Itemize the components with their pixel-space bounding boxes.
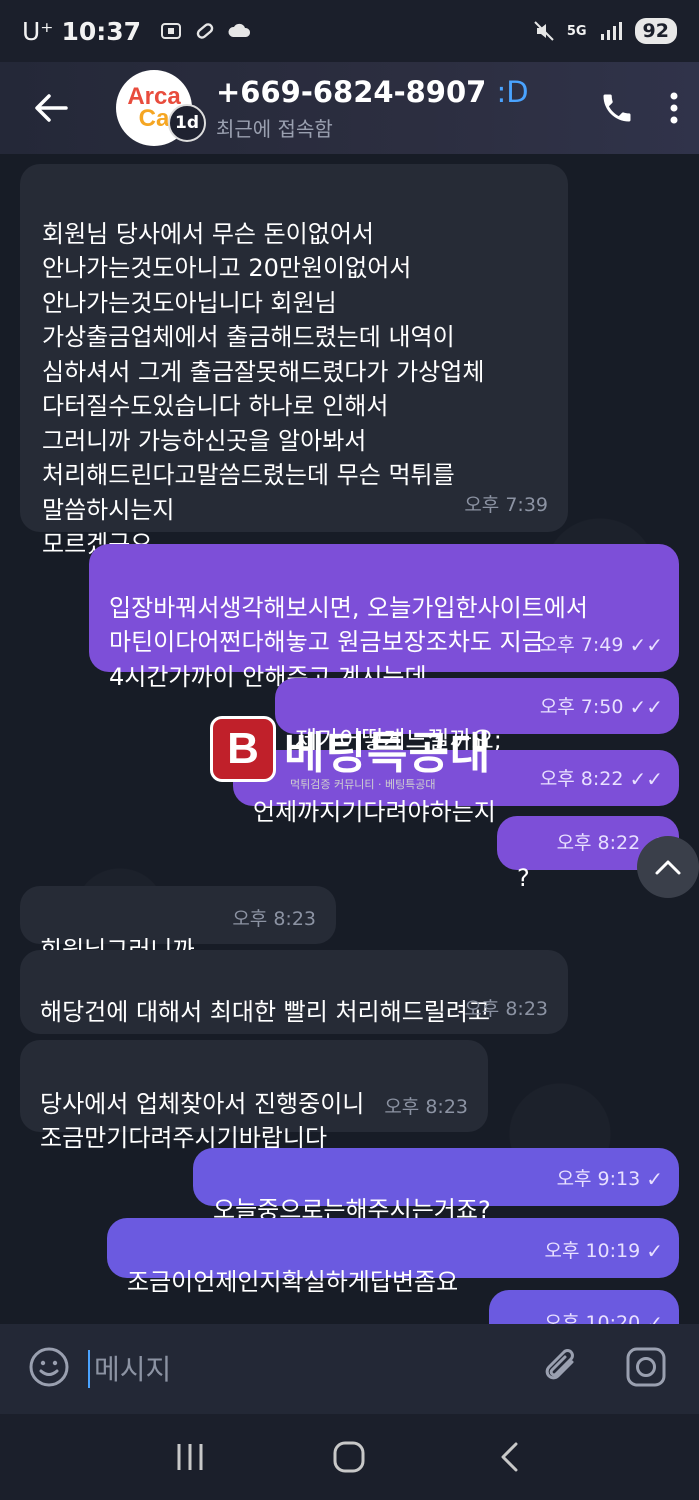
attach-button[interactable] (542, 1346, 582, 1392)
camera-button[interactable] (624, 1345, 668, 1393)
message-timestamp: 오후 8:23 (232, 907, 316, 930)
outgoing-message[interactable]: 조금이언제인지확실하게답변좀요 오후 10:19 ✓ (107, 1218, 679, 1296)
message-text: 입장바꿔서생각해보시면, 오늘가입한사이트에서 마틴이다어쩐다해놓고 원금보장조… (109, 593, 588, 691)
message-timestamp: 오후 7:50 (539, 695, 624, 718)
message-time: 오후 8:23 (384, 1090, 468, 1125)
watermark: B 베팅특공대 먹튀검증 커뮤니티 · 베팅특공대 (210, 716, 492, 791)
message-timestamp: 오후 10:20 (544, 1312, 641, 1324)
check-icon: ✓ (646, 1166, 663, 1191)
more-vertical-icon (670, 92, 678, 124)
title-emoticon: :D (496, 74, 529, 109)
message-text: 당사에서 업체찾아서 진행중이니 조금만기다려주시기바랍니다 (40, 1089, 365, 1153)
message-timestamp: 오후 8:22 (556, 831, 641, 854)
recent-apps-button[interactable] (160, 1427, 220, 1487)
message-input[interactable] (88, 1350, 508, 1388)
message-time: 오후 8:22 ✓✓ (540, 762, 663, 797)
phone-icon (603, 94, 631, 122)
arrow-left-icon (35, 94, 68, 122)
message-text: ? (517, 863, 530, 892)
clock: 10:37 (61, 16, 142, 46)
message-text: 언제까지기다려야하는지 (253, 797, 496, 826)
message-timestamp: 오후 8:23 (384, 1095, 468, 1118)
signal-icon (600, 22, 622, 40)
message-time: 오후 7:39 (464, 488, 548, 523)
message-time: 오후 10:19 ✓ (544, 1234, 663, 1269)
message-text: 회원님 당사에서 무슨 돈이없어서 안나가는것도아니고 20만원이없어서 안나가… (42, 219, 485, 559)
watermark-text: 베팅특공대 (284, 728, 492, 779)
carrier-label: U⁺ (22, 16, 54, 46)
contact-phone-number: +669-6824-8907 (216, 74, 487, 109)
camera-icon (626, 1347, 666, 1387)
mute-icon (534, 21, 554, 41)
message-time: 오후 8:23 (232, 902, 316, 937)
check-icon: ✓ (646, 1311, 663, 1324)
call-button[interactable] (599, 90, 635, 126)
incoming-message[interactable]: 회원님 당사에서 무슨 돈이없어서 안나가는것도아니고 20만원이없어서 안나가… (20, 164, 568, 558)
paperclip-icon (545, 1349, 574, 1380)
network-type: 5G (566, 23, 587, 39)
message-list[interactable]: 회원님 당사에서 무슨 돈이없어서 안나가는것도아니고 20만원이없어서 안나가… (0, 154, 699, 1324)
chevron-up-icon (655, 860, 681, 875)
message-timestamp: 오후 9:13 (556, 1167, 641, 1190)
outgoing-message[interactable]: 입장바꿔서생각해보시면, 오늘가입한사이트에서 마틴이다어쩐다해놓고 원금보장조… (89, 544, 679, 691)
message-time: 오후 10:20 ✓ (544, 1306, 663, 1324)
system-navigation-bar (0, 1414, 699, 1500)
message-timestamp: 오후 7:39 (464, 493, 548, 516)
chat-header: Arca Ca 1d +669-6824-8907 :D 최근에 접속함 (0, 62, 699, 154)
screenshot-icon (161, 23, 182, 39)
last-seen-status: 최근에 접속함 (216, 116, 333, 141)
watermark-logo: B (210, 716, 276, 782)
message-time: 오후 9:13 ✓ (557, 1162, 663, 1197)
emoji-button[interactable] (28, 1346, 70, 1392)
link-icon (196, 23, 214, 39)
incoming-message[interactable]: 당사에서 업체찾아서 진행중이니 조금만기다려주시기바랍니다 오후 8:23 (20, 1040, 488, 1152)
check-icon: ✓ (646, 1238, 663, 1263)
avatar-timer-badge: 1d (168, 104, 206, 142)
message-timestamp: 오후 8:23 (464, 997, 548, 1020)
message-timestamp: 오후 8:22 (539, 767, 624, 790)
incoming-message[interactable]: 해당건에 대해서 최대한 빨리 처리해드릴려고 오후 8:23 (20, 950, 568, 1034)
message-time: 오후 7:49 ✓✓ (540, 628, 663, 663)
battery-level: 92 (634, 18, 677, 44)
scroll-button[interactable] (637, 836, 699, 898)
cloud-icon (228, 23, 251, 37)
double-check-icon: ✓✓ (629, 766, 663, 791)
system-indicators: 5G 92 (533, 18, 677, 44)
outgoing-message[interactable]: 오후 10:20 ✓ (489, 1290, 679, 1324)
back-button[interactable] (16, 73, 86, 143)
incoming-message[interactable]: 회원님그러니까 오후 8:23 (20, 886, 336, 964)
home-icon (333, 1441, 365, 1473)
compose-bar (0, 1324, 699, 1414)
nav-back-icon (501, 1442, 518, 1472)
chat-title: +669-6824-8907 :D (216, 75, 529, 109)
home-button[interactable] (319, 1427, 379, 1487)
message-time: 오후 8:23 (464, 992, 548, 1027)
avatar[interactable]: Arca Ca 1d (116, 70, 206, 146)
message-time: 오후 7:50 ✓✓ (540, 690, 663, 725)
outgoing-message[interactable]: 오늘중으로는해주시는거죠? 오후 9:13 ✓ (193, 1148, 679, 1224)
message-timestamp: 오후 7:49 (539, 633, 624, 656)
recent-apps-icon (177, 1444, 203, 1470)
message-timestamp: 오후 10:19 (544, 1239, 641, 1262)
more-menu-button[interactable] (669, 91, 679, 125)
nav-back-button[interactable] (479, 1427, 539, 1487)
notification-icons (159, 19, 253, 43)
emoji-icon (29, 1347, 69, 1387)
chat-title-block[interactable]: +669-6824-8907 :D 최근에 접속함 (216, 75, 529, 142)
double-check-icon: ✓✓ (629, 632, 663, 657)
message-text: 조금이언제인지확실하게답변좀요 (127, 1267, 459, 1296)
status-bar: U⁺ 10:37 5G 92 (0, 0, 699, 62)
watermark-subtext: 먹튀검증 커뮤니티 · 베팅특공대 (290, 778, 436, 791)
message-text: 해당건에 대해서 최대한 빨리 처리해드릴려고 (40, 997, 491, 1026)
double-check-icon: ✓✓ (629, 694, 663, 719)
